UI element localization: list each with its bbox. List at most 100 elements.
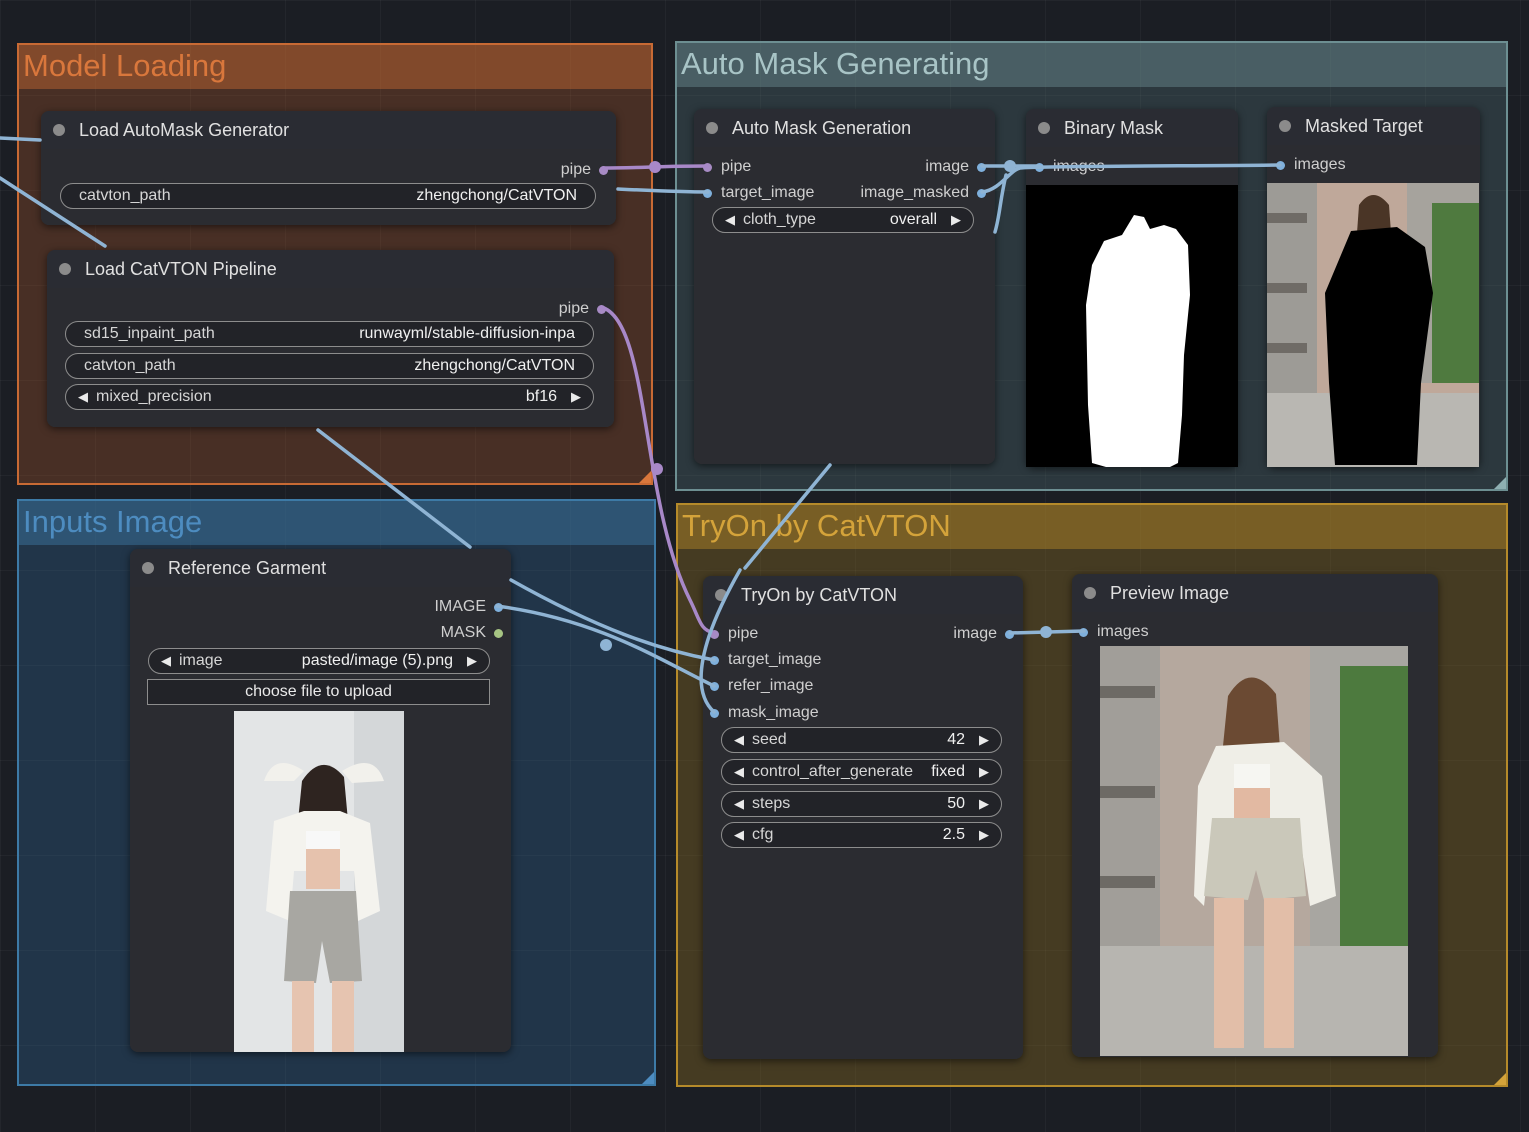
increment-arrow-icon[interactable]: ▶ [975,827,993,843]
increment-arrow-icon[interactable]: ▶ [947,212,965,228]
output-image[interactable]: image [925,158,986,176]
widget-sd15-inpaint-path[interactable]: sd15_inpaint_path runwayml/stable-diffus… [65,321,594,347]
input-pipe[interactable]: pipe [703,158,751,176]
node-title-bar[interactable]: Reference Garment [130,549,511,587]
node-binary-mask[interactable]: Binary Mask images [1026,109,1238,467]
node-title: Binary Mask [1064,117,1164,138]
input-pin[interactable] [1079,627,1088,637]
widget-cloth-type[interactable]: ◀ cloth_type overall ▶ [712,207,974,233]
decrement-arrow-icon[interactable]: ◀ [730,764,748,780]
node-title-bar[interactable]: TryOn by CatVTON [703,576,1023,614]
input-images[interactable]: images [1035,158,1105,176]
masked-target-image [1267,183,1479,467]
input-pin[interactable] [710,655,719,665]
input-images[interactable]: images [1276,156,1346,174]
input-pin[interactable] [710,629,719,639]
node-title: Auto Mask Generation [732,117,912,138]
output-pin[interactable] [977,162,986,172]
decrement-arrow-icon[interactable]: ◀ [730,827,748,843]
node-collapse-dot[interactable] [1084,587,1096,599]
output-image[interactable]: IMAGE [434,598,503,616]
node-title: Load CatVTON Pipeline [85,258,277,279]
decrement-arrow-icon[interactable]: ◀ [730,732,748,748]
decrement-arrow-icon[interactable]: ◀ [721,212,739,228]
node-preview-image[interactable]: Preview Image images [1072,574,1438,1057]
input-pipe[interactable]: pipe [710,625,758,643]
node-collapse-dot[interactable] [1038,122,1050,134]
preview-output-image [1100,646,1408,1056]
widget-catvton-path[interactable]: catvton_path zhengchong/CatVTON [65,353,594,379]
node-title: Preview Image [1110,582,1230,603]
group-title-inputs-image: Inputs Image [23,504,203,539]
node-title-bar[interactable]: Auto Mask Generation [694,109,995,147]
reference-garment-image [234,711,404,1052]
input-target-image[interactable]: target_image [710,651,821,669]
widget-seed[interactable]: ◀ seed 42 ▶ [721,727,1002,753]
output-pin[interactable] [597,304,606,314]
choose-file-upload-button[interactable]: choose file to upload [147,679,490,705]
output-image[interactable]: image [953,625,1014,643]
node-title: Reference Garment [168,557,327,578]
input-pin[interactable] [710,681,719,691]
input-pin[interactable] [703,162,712,172]
output-pin[interactable] [1005,629,1014,639]
node-collapse-dot[interactable] [706,122,718,134]
node-collapse-dot[interactable] [59,263,71,275]
group-resize-handle[interactable] [1494,1073,1506,1085]
node-load-automask-generator[interactable]: Load AutoMask Generator pipe catvton_pat… [41,111,616,225]
input-pin[interactable] [703,188,712,198]
output-image-masked[interactable]: image_masked [861,184,986,202]
binary-mask-image [1026,185,1238,467]
node-title: Masked Target [1305,115,1423,136]
node-masked-target[interactable]: Masked Target images [1267,107,1480,467]
decrement-arrow-icon[interactable]: ◀ [74,389,92,405]
output-pin[interactable] [494,602,503,612]
group-title-model-loading: Model Loading [23,48,227,83]
input-pin[interactable] [1035,162,1044,172]
input-images[interactable]: images [1079,623,1149,641]
input-target-image[interactable]: target_image [703,184,814,202]
output-mask[interactable]: MASK [441,624,503,642]
group-resize-handle[interactable] [642,1072,654,1084]
node-title: Load AutoMask Generator [79,119,290,140]
node-collapse-dot[interactable] [142,562,154,574]
group-resize-handle[interactable] [1494,477,1506,489]
node-collapse-dot[interactable] [1279,120,1291,132]
increment-arrow-icon[interactable]: ▶ [463,653,481,669]
node-title-bar[interactable]: Masked Target [1267,107,1480,145]
output-pin[interactable] [599,165,608,175]
node-auto-mask-generation[interactable]: Auto Mask Generation pipe target_image i… [694,109,995,464]
node-title-bar[interactable]: Load AutoMask Generator [41,111,616,149]
node-title-bar[interactable]: Load CatVTON Pipeline [47,250,614,288]
decrement-arrow-icon[interactable]: ◀ [157,653,175,669]
widget-cfg[interactable]: ◀ cfg 2.5 ▶ [721,822,1002,848]
decrement-arrow-icon[interactable]: ◀ [730,796,748,812]
node-tryon-by-catvton[interactable]: TryOn by CatVTON pipe target_image refer… [703,576,1023,1059]
node-collapse-dot[interactable] [53,124,65,136]
node-reference-garment[interactable]: Reference Garment IMAGE MASK ◀ image pas… [130,549,511,1052]
increment-arrow-icon[interactable]: ▶ [975,732,993,748]
increment-arrow-icon[interactable]: ▶ [567,389,585,405]
group-resize-handle[interactable] [639,471,651,483]
widget-catvton-path[interactable]: catvton_path zhengchong/CatVTON [60,183,596,209]
input-mask-image[interactable]: mask_image [710,704,819,722]
node-title-bar[interactable]: Preview Image [1072,574,1438,612]
widget-steps[interactable]: ◀ steps 50 ▶ [721,791,1002,817]
node-load-catvton-pipeline[interactable]: Load CatVTON Pipeline pipe sd15_inpaint_… [47,250,614,427]
widget-control-after-generate[interactable]: ◀ control_after_generate fixed ▶ [721,759,1002,785]
output-pin[interactable] [977,188,986,198]
group-title-tryon: TryOn by CatVTON [682,508,951,543]
output-pipe[interactable]: pipe [561,161,608,179]
widget-image-select[interactable]: ◀ image pasted/image (5).png ▶ [148,648,490,674]
node-title-bar[interactable]: Binary Mask [1026,109,1238,147]
input-pin[interactable] [1276,160,1285,170]
output-pipe[interactable]: pipe [559,300,606,318]
widget-mixed-precision[interactable]: ◀ mixed_precision bf16 ▶ [65,384,594,410]
increment-arrow-icon[interactable]: ▶ [975,796,993,812]
input-refer-image[interactable]: refer_image [710,677,813,695]
input-pin[interactable] [710,708,719,718]
node-title: TryOn by CatVTON [741,584,898,605]
node-collapse-dot[interactable] [715,589,727,601]
output-pin[interactable] [494,628,503,638]
increment-arrow-icon[interactable]: ▶ [975,764,993,780]
